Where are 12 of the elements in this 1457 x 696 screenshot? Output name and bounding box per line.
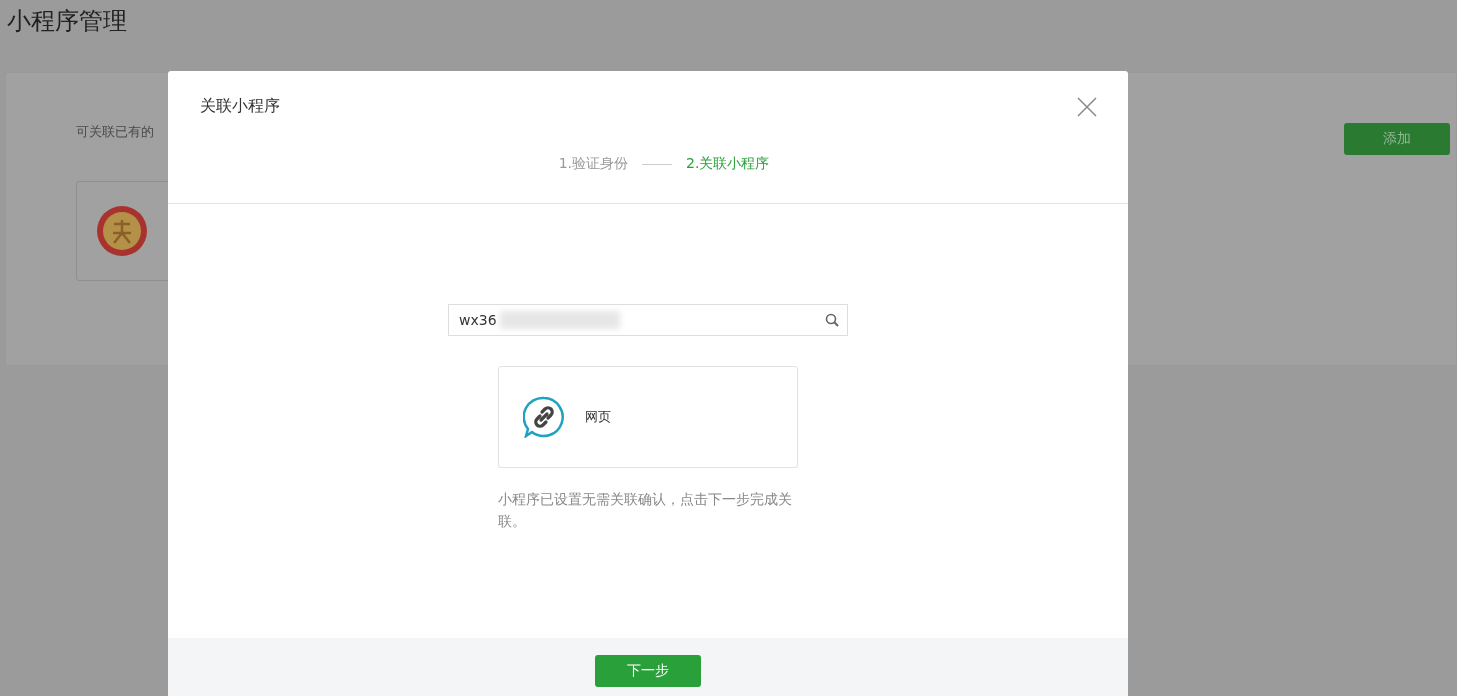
- hint-text: 小程序已设置无需关联确认，点击下一步完成关联。: [498, 490, 793, 531]
- step-label: 1.验证身份: [558, 155, 628, 173]
- result-name: 网页: [585, 408, 611, 426]
- search-icon: [825, 313, 839, 327]
- close-icon[interactable]: [1076, 96, 1098, 118]
- intro-text: 可关联已有的: [76, 123, 154, 141]
- result-card[interactable]: 网页: [498, 366, 798, 468]
- dialog-title: 关联小程序: [200, 96, 280, 115]
- page-title: 小程序管理: [7, 6, 127, 37]
- link-icon: [523, 396, 565, 438]
- award-icon: [97, 206, 147, 256]
- step-label: 2.关联小程序: [686, 155, 770, 173]
